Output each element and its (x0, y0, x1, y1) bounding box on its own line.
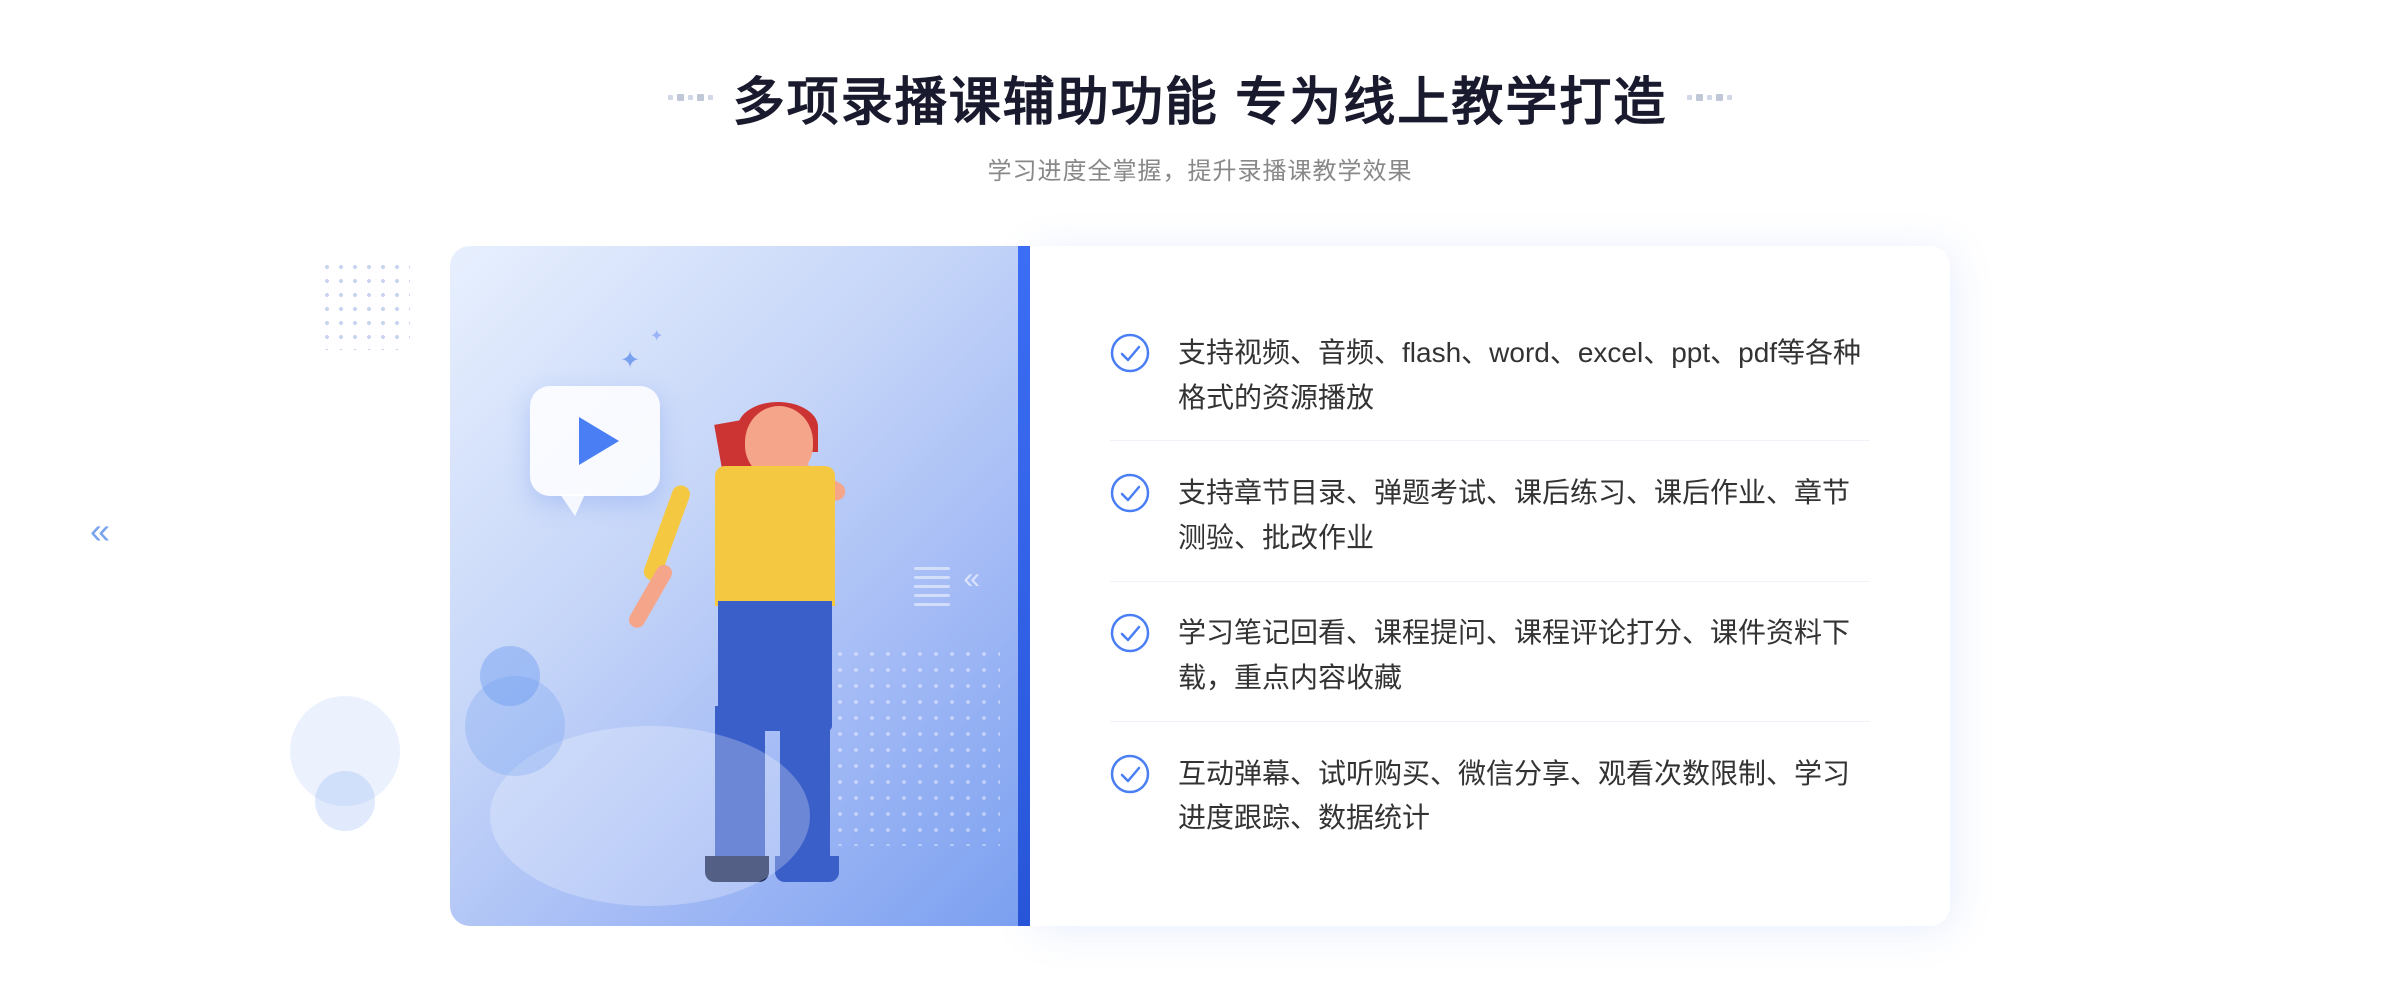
chevron-left-outer-icon: « (90, 510, 110, 552)
deco-square-3 (688, 95, 693, 100)
page-subtitle: 学习进度全掌握，提升录播课教学效果 (668, 151, 1732, 186)
vert-line-3 (914, 585, 950, 588)
feature-text-4: 互动弹幕、试听购买、微信分享、观看次数限制、学习进度跟踪、数据统计 (1178, 752, 1870, 842)
vert-line-4 (914, 594, 950, 597)
feature-text-1: 支持视频、音频、flash、word、excel、ppt、pdf等各种格式的资源… (1178, 331, 1870, 421)
vertical-lines-decoration (914, 567, 950, 606)
header-section: 多项录播课辅助功能 专为线上教学打造 学习进度全掌握，提升录播课教学效果 (668, 60, 1732, 186)
deco-square-r5 (1727, 95, 1732, 100)
vert-line-1 (914, 567, 950, 570)
deco-square-1 (668, 95, 673, 100)
feature-item-1: 支持视频、音频、flash、word、excel、ppt、pdf等各种格式的资源… (1110, 311, 1870, 442)
blue-accent-bar (1018, 246, 1030, 926)
page-title: 多项录播课辅助功能 专为线上教学打造 (733, 60, 1667, 135)
left-illustration-panel: ✦ ✦ (450, 246, 1030, 926)
deco-square-2 (677, 94, 684, 101)
right-features-panel: 支持视频、音频、flash、word、excel、ppt、pdf等各种格式的资源… (1030, 246, 1950, 926)
circle-decoration-outer-sm (315, 771, 375, 831)
feature-item-4: 互动弹幕、试听购买、微信分享、观看次数限制、学习进度跟踪、数据统计 (1110, 732, 1870, 862)
panel-chevrons-icon: « (963, 562, 980, 596)
check-circle-icon-2 (1110, 473, 1150, 513)
deco-square-r1 (1687, 95, 1692, 100)
feature-text-2: 支持章节目录、弹题考试、课后练习、课后作业、章节测验、批改作业 (1178, 471, 1870, 561)
feature-text-3: 学习笔记回看、课程提问、课程评论打分、课件资料下载，重点内容收藏 (1178, 611, 1870, 701)
deco-square-5 (708, 95, 713, 100)
deco-square-r2 (1696, 94, 1703, 101)
check-circle-icon-3 (1110, 613, 1150, 653)
sparkle-icon-2: ✦ (650, 326, 663, 346)
dots-decoration-outer (320, 260, 410, 350)
content-area: ✦ ✦ (450, 246, 1950, 926)
title-row: 多项录播课辅助功能 专为线上教学打造 (668, 60, 1732, 135)
title-decorator-right (1687, 94, 1732, 101)
deco-circle-medium (465, 676, 565, 776)
deco-square-r4 (1716, 94, 1723, 101)
check-circle-icon-1 (1110, 333, 1150, 373)
check-circle-icon-4 (1110, 754, 1150, 794)
deco-square-r3 (1707, 95, 1712, 100)
page-container: « 多项录播课辅助功能 专为线上教学打造 学习进度全掌握，提升录播课教学效果 (0, 0, 2400, 1006)
deco-square-4 (697, 94, 704, 101)
feature-item-2: 支持章节目录、弹题考试、课后练习、课后作业、章节测验、批改作业 (1110, 451, 1870, 582)
vert-line-2 (914, 576, 950, 579)
title-decorator-left (668, 94, 713, 101)
person-body (715, 466, 835, 606)
vert-line-5 (914, 603, 950, 606)
feature-item-3: 学习笔记回看、课程提问、课程评论打分、课件资料下载，重点内容收藏 (1110, 591, 1870, 722)
